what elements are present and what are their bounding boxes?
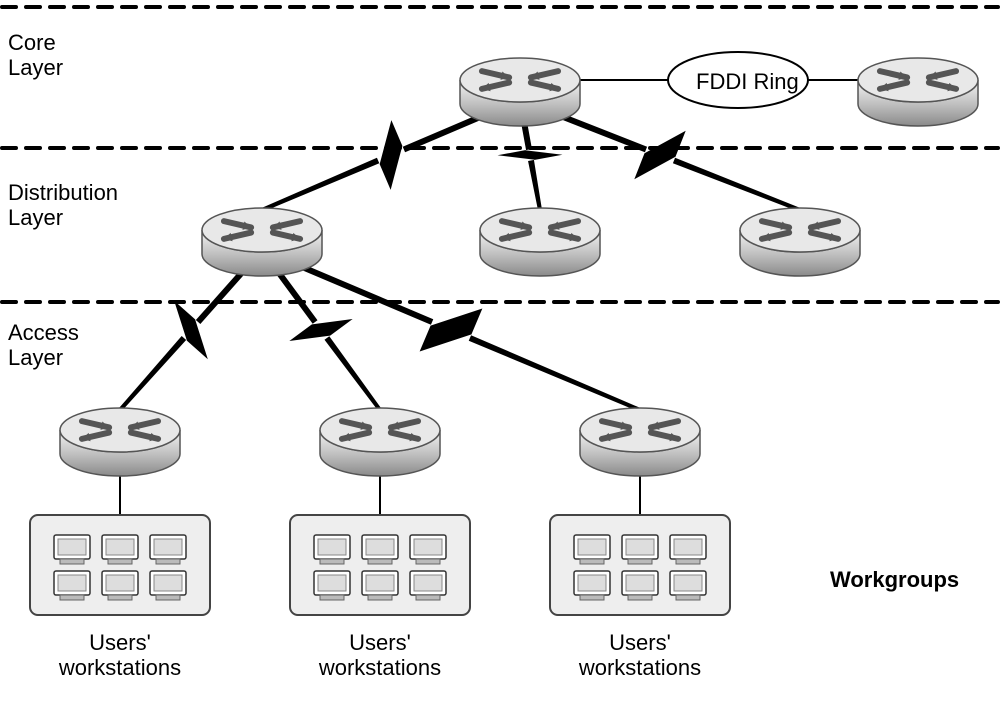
- router-acc_2: [320, 408, 440, 476]
- distribution-layer-label: Distribution Layer: [8, 180, 118, 231]
- workstations-label-3: Users' workstations: [579, 630, 701, 681]
- workstations-label-1: Users' workstations: [59, 630, 181, 681]
- router-acc_1: [60, 408, 180, 476]
- workgroup-2: [290, 515, 470, 615]
- core-layer-label: Core Layer: [8, 30, 63, 81]
- router-dist_left: [202, 208, 322, 276]
- diagram-svg: [0, 0, 1000, 704]
- workstations-label-2: Users' workstations: [319, 630, 441, 681]
- fddi-ring-label: FDDI Ring: [696, 69, 799, 94]
- workgroup-3: [550, 515, 730, 615]
- router-dist_right: [740, 208, 860, 276]
- workgroups-label: Workgroups: [830, 567, 959, 592]
- router-acc_3: [580, 408, 700, 476]
- router-dist_mid: [480, 208, 600, 276]
- router-core_right: [858, 58, 978, 126]
- router-core_main: [460, 58, 580, 126]
- workgroup-1: [30, 515, 210, 615]
- diagram-stage: Core Layer Distribution Layer Access Lay…: [0, 0, 1000, 704]
- access-layer-label: Access Layer: [8, 320, 79, 371]
